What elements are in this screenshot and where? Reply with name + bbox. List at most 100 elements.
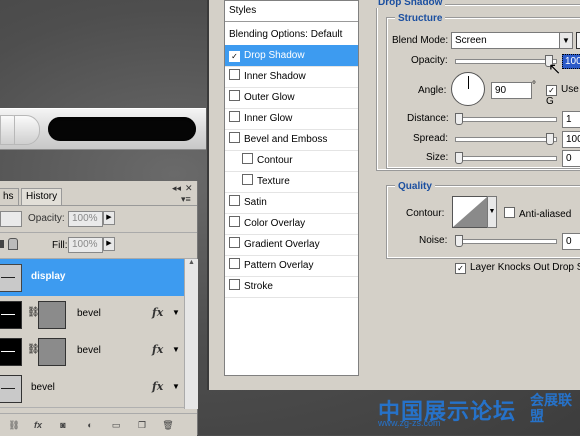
fill-label: Fill:	[52, 240, 68, 251]
style-item-stroke[interactable]: Stroke	[225, 276, 358, 298]
use-global-checkbox[interactable]: ✓ Use G	[546, 84, 580, 107]
size-label: Size:	[426, 152, 449, 163]
spread-label: Spread:	[413, 133, 449, 144]
collapse-icon[interactable]: ◂◂	[172, 183, 181, 194]
scroll-up-icon[interactable]: ▲	[185, 259, 198, 266]
anti-aliased-checkbox[interactable]: Anti-aliased	[504, 207, 571, 220]
slider-thumb[interactable]	[455, 152, 463, 164]
panel-menu-icon[interactable]: ▾≡	[181, 194, 191, 205]
tab-history[interactable]: History	[21, 188, 63, 205]
link-layers-icon[interactable]: ⛓	[8, 419, 20, 431]
fill-input[interactable]: 100%	[68, 237, 103, 253]
checkbox-checked-icon[interactable]: ✓	[455, 263, 466, 274]
slider-thumb[interactable]	[455, 113, 463, 125]
trash-icon[interactable]: 🗑	[162, 419, 174, 431]
checkbox-icon[interactable]	[229, 111, 240, 122]
slider-thumb[interactable]	[455, 235, 463, 247]
fx-icon[interactable]: fx	[152, 380, 163, 393]
checkbox-icon[interactable]	[229, 195, 240, 206]
fill-arrow-icon[interactable]: ▶	[103, 237, 115, 251]
style-item-bevel-emboss[interactable]: Bevel and Emboss	[225, 129, 358, 151]
layer-row-bevel[interactable]: bevel fx ▼	[0, 370, 184, 408]
opacity-label: Opacity:	[28, 213, 65, 224]
opacity-slider[interactable]	[455, 59, 557, 64]
expand-arrow-icon[interactable]: ▼	[172, 308, 180, 317]
style-item-color-overlay[interactable]: Color Overlay	[225, 213, 358, 235]
style-label: Contour	[257, 155, 293, 166]
style-item-satin[interactable]: Satin	[225, 192, 358, 214]
angle-dial[interactable]	[451, 72, 485, 106]
lock-icon[interactable]	[8, 238, 18, 250]
opacity-input[interactable]: 100%	[68, 211, 103, 227]
opacity-value-input[interactable]: 100	[562, 54, 580, 69]
fx-icon[interactable]: fx	[152, 343, 163, 356]
checkbox-icon[interactable]	[229, 69, 240, 80]
style-item-gradient-overlay[interactable]: Gradient Overlay	[225, 234, 358, 256]
checkbox-icon[interactable]	[229, 237, 240, 248]
style-item-contour[interactable]: Contour	[225, 150, 358, 172]
expand-arrow-icon[interactable]: ▼	[172, 345, 180, 354]
shadow-color-swatch[interactable]	[576, 32, 580, 49]
noise-input[interactable]: 0	[562, 233, 580, 250]
chevron-down-icon[interactable]: ▼	[559, 32, 573, 49]
contour-picker[interactable]	[452, 196, 488, 228]
distance-slider[interactable]	[455, 117, 557, 122]
add-style-icon[interactable]: fx	[32, 419, 44, 431]
style-item-blending-options[interactable]: Blending Options: Default	[225, 24, 358, 46]
style-label: Color Overlay	[244, 218, 306, 229]
layer-name: display	[31, 271, 66, 282]
contour-linear-icon	[453, 197, 487, 227]
spread-slider[interactable]	[455, 137, 557, 142]
layer-name: bevel	[77, 308, 101, 319]
checkbox-icon[interactable]	[229, 279, 240, 290]
layer-row-bevel[interactable]: ⛓ bevel fx ▼	[0, 296, 184, 334]
checkbox-icon[interactable]	[229, 258, 240, 269]
checkbox-icon[interactable]	[229, 90, 240, 101]
angle-input[interactable]: 90	[491, 82, 532, 99]
style-item-texture[interactable]: Texture	[225, 171, 358, 193]
style-item-pattern-overlay[interactable]: Pattern Overlay	[225, 255, 358, 277]
layers-scrollbar[interactable]: ▲	[184, 259, 198, 409]
tab-paths[interactable]: hs	[0, 188, 19, 205]
add-mask-icon[interactable]: ◙	[57, 419, 69, 431]
size-input[interactable]: 0	[562, 150, 580, 167]
style-item-inner-shadow[interactable]: Inner Shadow	[225, 66, 358, 88]
checkbox-icon[interactable]	[504, 207, 515, 218]
adjustment-layer-icon[interactable]: ◐	[84, 419, 96, 431]
checkbox-icon[interactable]	[229, 132, 240, 143]
layer-row-bevel[interactable]: ⛓ bevel fx ▼	[0, 333, 184, 371]
blend-mode-select[interactable]	[0, 211, 22, 227]
opacity-label: Opacity:	[411, 55, 448, 66]
blend-mode-select[interactable]: Screen	[451, 32, 561, 49]
mouse-cursor-icon: ↖	[548, 61, 562, 78]
layer-style-dialog: Styles Blending Options: Default ✓ Drop S…	[207, 0, 580, 390]
fx-icon[interactable]: fx	[152, 306, 163, 319]
layer-knocks-out-checkbox[interactable]: ✓ Layer Knocks Out Drop S	[455, 262, 580, 274]
size-slider[interactable]	[455, 156, 557, 161]
checkbox-icon[interactable]	[229, 216, 240, 227]
layer-row-display[interactable]: display	[0, 259, 184, 297]
noise-slider[interactable]	[455, 239, 557, 244]
checkbox-icon[interactable]	[242, 153, 253, 164]
checkbox-checked-icon[interactable]: ✓	[229, 51, 240, 62]
close-icon[interactable]: ✕	[185, 183, 193, 194]
styles-header[interactable]: Styles	[229, 5, 256, 16]
style-label: Bevel and Emboss	[244, 134, 328, 145]
style-item-drop-shadow[interactable]: ✓ Drop Shadow	[225, 45, 358, 67]
lock-toggle[interactable]	[0, 240, 4, 248]
distance-input[interactable]: 1	[562, 111, 580, 128]
new-layer-icon[interactable]: ❐	[136, 419, 148, 431]
opacity-arrow-icon[interactable]: ▶	[103, 211, 115, 225]
style-item-outer-glow[interactable]: Outer Glow	[225, 87, 358, 109]
new-group-icon[interactable]: ▭	[110, 419, 122, 431]
checkbox-icon[interactable]	[242, 174, 253, 185]
style-item-inner-glow[interactable]: Inner Glow	[225, 108, 358, 130]
checkbox-checked-icon[interactable]: ✓	[546, 85, 557, 96]
expand-arrow-icon[interactable]: ▼	[172, 382, 180, 391]
slider-thumb[interactable]	[546, 133, 554, 145]
opacity-row: Opacity: 100% ▶	[0, 206, 197, 233]
chevron-down-icon[interactable]: ▼	[487, 196, 497, 228]
layer-thumbnail	[0, 375, 22, 403]
styles-list: Styles Blending Options: Default ✓ Drop S…	[224, 0, 359, 376]
spread-input[interactable]: 100	[562, 131, 580, 148]
